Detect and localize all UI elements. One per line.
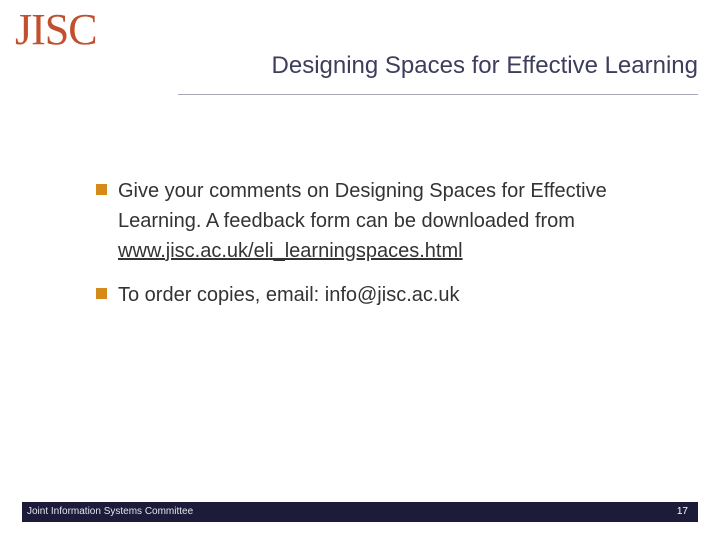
title-divider [178, 94, 698, 95]
page-number: 17 [676, 506, 688, 517]
bullet-order-text: To order copies, email: info@jisc.ac.uk [118, 284, 460, 306]
footer-organization: Joint Information Systems Committee [27, 506, 194, 517]
square-bullet-icon [96, 288, 107, 299]
bullet-feedback: Give your comments on Designing Spaces f… [96, 176, 676, 266]
bullet-list: Give your comments on Designing Spaces f… [96, 176, 676, 324]
feedback-form-link[interactable]: www.jisc.ac.uk/eli_learningspaces.html [118, 240, 463, 262]
bullet-order: To order copies, email: info@jisc.ac.uk [96, 280, 676, 310]
square-bullet-icon [96, 184, 107, 195]
bullet-feedback-text: Give your comments on Designing Spaces f… [118, 180, 607, 232]
footer-bar: Joint Information Systems Committee 17 [22, 502, 698, 522]
jisc-logo: JISC [15, 5, 98, 54]
slide-title: Designing Spaces for Effective Learning [271, 52, 698, 79]
